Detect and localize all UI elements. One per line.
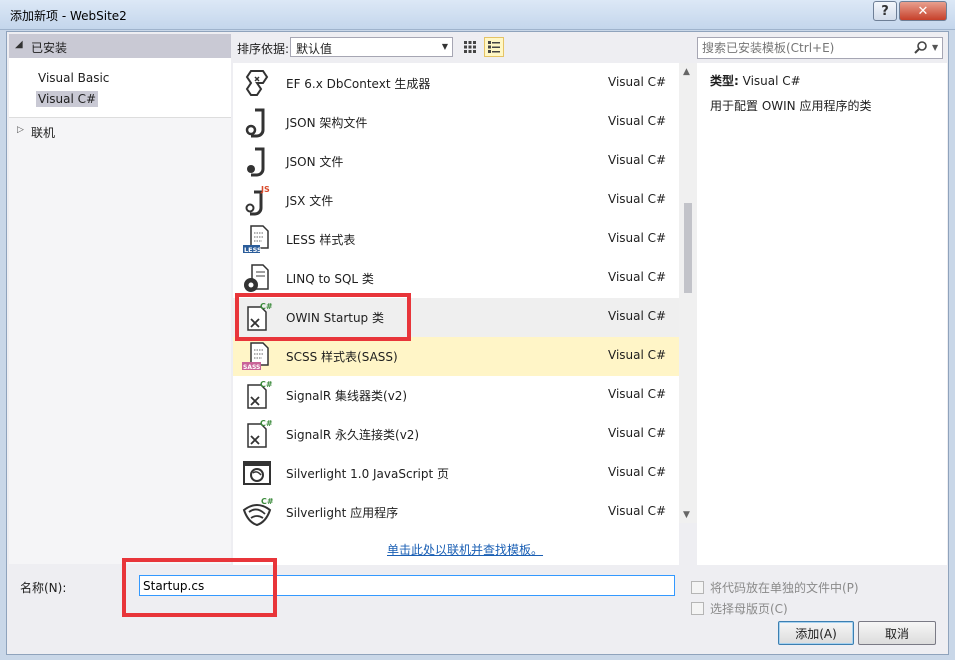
online-templates-link[interactable]: 单击此处以联机并查找模板。 <box>387 541 543 558</box>
template-name: LESS 样式表 <box>286 233 356 247</box>
separate-file-checkbox[interactable] <box>691 581 704 594</box>
collapse-arrow-icon[interactable]: ◢ <box>15 39 23 50</box>
svg-text:LESS: LESS <box>244 246 262 254</box>
template-row[interactable]: LESS LESS 样式表 Visual C# <box>233 220 679 259</box>
template-name: SCSS 样式表(SASS) <box>286 350 398 364</box>
description-type: 类型: Visual C# <box>710 72 801 89</box>
linq-sql-icon <box>244 264 269 292</box>
search-options-chevron-icon[interactable]: ▼ <box>932 43 938 52</box>
template-name: SignalR 集线器类(v2) <box>286 389 408 403</box>
template-row[interactable]: C# SignalR 集线器类(v2) Visual C# <box>233 376 679 415</box>
add-button[interactable]: 添加(A) <box>778 621 854 645</box>
template-name: SignalR 永久连接类(v2) <box>286 428 420 442</box>
separate-file-label: 将代码放在单独的文件中(P) <box>710 581 859 595</box>
template-language: Visual C# <box>608 465 667 479</box>
json-file-icon <box>247 147 265 177</box>
svg-text:SASS: SASS <box>243 364 260 371</box>
template-list-scrollbar[interactable]: ▲ ▼ <box>679 63 697 523</box>
search-icon[interactable] <box>914 40 928 54</box>
template-description-panel: 类型: Visual C# 用于配置 OWIN 应用程序的类 <box>697 63 947 565</box>
template-name: Silverlight 1.0 JavaScript 页 <box>286 467 449 481</box>
less-stylesheet-icon: LESS <box>243 225 269 254</box>
sort-label: 排序依据: <box>237 42 290 56</box>
template-row[interactable]: SASS SCSS 样式表(SASS) Visual C# <box>233 337 679 376</box>
template-name: EF 6.x DbContext 生成器 <box>286 77 431 91</box>
signalr-hub-icon: C# <box>247 380 273 409</box>
category-installed[interactable]: ◢ 已安装 <box>9 34 231 58</box>
expand-arrow-icon[interactable]: ▷ <box>17 125 24 135</box>
svg-text:C#: C# <box>261 497 273 506</box>
master-page-label: 选择母版页(C) <box>710 602 788 616</box>
template-name: LINQ to SQL 类 <box>286 272 374 286</box>
template-language: Visual C# <box>608 270 667 284</box>
type-label: 类型: <box>710 74 739 88</box>
ef-generator-icon <box>245 70 269 96</box>
window-title: 添加新项 - WebSite2 <box>10 9 127 23</box>
sort-value: 默认值 <box>296 42 333 56</box>
template-row[interactable]: JS JSX 文件 Visual C# <box>233 181 679 220</box>
template-language: Visual C# <box>608 153 667 167</box>
help-button[interactable]: ? <box>873 1 897 21</box>
scroll-down-arrow-icon[interactable]: ▼ <box>683 510 690 520</box>
search-box[interactable]: ▼ <box>697 37 943 59</box>
search-input[interactable] <box>702 40 910 56</box>
template-row[interactable]: Silverlight 1.0 JavaScript 页 Visual C# <box>233 454 679 493</box>
template-language: Visual C# <box>608 309 667 323</box>
template-language: Visual C# <box>608 348 667 362</box>
category-panel: ◢ 已安装 Visual Basic Visual C# ▷ 联机 <box>9 34 231 564</box>
cancel-button[interactable]: 取消 <box>858 621 936 645</box>
category-item-visual-basic[interactable]: Visual Basic <box>36 70 111 86</box>
template-row[interactable]: JSON 文件 Visual C# <box>233 142 679 181</box>
category-online[interactable]: ▷ 联机 <box>9 122 231 142</box>
category-installed-label: 已安装 <box>31 41 68 55</box>
grid-view-button[interactable] <box>460 37 480 57</box>
svg-text:C#: C# <box>260 419 273 428</box>
template-language: Visual C# <box>608 231 667 245</box>
template-row[interactable]: EF 6.x DbContext 生成器 Visual C# <box>233 64 679 103</box>
category-list: Visual Basic Visual C# <box>9 58 231 118</box>
scroll-up-arrow-icon[interactable]: ▲ <box>683 67 690 77</box>
template-row[interactable]: C# Silverlight 应用程序 Visual C# <box>233 493 679 532</box>
template-row[interactable]: JSON 架构文件 Visual C# <box>233 103 679 142</box>
template-name: JSON 文件 <box>286 155 344 169</box>
list-view-button[interactable] <box>484 37 504 57</box>
master-page-checkbox[interactable] <box>691 602 704 615</box>
name-label: 名称(N): <box>20 581 67 595</box>
template-language: Visual C# <box>608 504 667 518</box>
template-row[interactable]: C# SignalR 永久连接类(v2) Visual C# <box>233 415 679 454</box>
template-language: Visual C# <box>608 75 667 89</box>
svg-text:C#: C# <box>260 380 273 389</box>
silverlight-app-icon: C# <box>242 497 273 527</box>
json-schema-icon <box>245 108 265 138</box>
chevron-down-icon: ▼ <box>441 42 448 51</box>
title-bar: 添加新项 - WebSite2 ? ✕ <box>0 0 955 30</box>
jsx-file-icon: JS <box>245 185 270 216</box>
category-item-visual-csharp[interactable]: Visual C# <box>36 91 99 107</box>
annotation-highlight-owin <box>235 293 411 341</box>
category-online-label: 联机 <box>31 126 56 140</box>
scss-stylesheet-icon: SASS <box>242 342 269 371</box>
template-name: JSX 文件 <box>286 194 334 208</box>
template-language: Visual C# <box>608 387 667 401</box>
grid-view-icon <box>464 41 476 53</box>
template-toolbar: 排序依据: 默认值 ▼ <box>233 34 693 60</box>
master-page-option[interactable]: 选择母版页(C) <box>691 600 788 617</box>
separate-file-option[interactable]: 将代码放在单独的文件中(P) <box>691 579 859 596</box>
template-language: Visual C# <box>608 192 667 206</box>
template-name: Silverlight 应用程序 <box>286 506 399 520</box>
type-value: Visual C# <box>742 74 801 88</box>
svg-text:JS: JS <box>260 185 270 194</box>
template-name: JSON 架构文件 <box>286 116 368 130</box>
template-language: Visual C# <box>608 114 667 128</box>
scrollbar-thumb[interactable] <box>684 203 692 293</box>
silverlight-js-icon <box>243 461 271 485</box>
signalr-connection-icon: C# <box>247 419 273 448</box>
close-button[interactable]: ✕ <box>899 1 947 21</box>
description-text: 用于配置 OWIN 应用程序的类 <box>710 99 872 113</box>
annotation-highlight-name <box>122 558 277 617</box>
sort-dropdown[interactable]: 默认值 ▼ <box>290 37 453 57</box>
list-view-icon <box>488 41 500 53</box>
template-language: Visual C# <box>608 426 667 440</box>
